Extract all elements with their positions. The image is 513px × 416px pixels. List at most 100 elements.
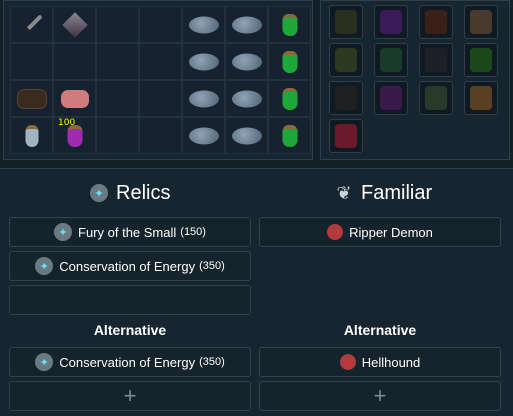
weapon-icon: [470, 10, 492, 34]
shark-icon: [188, 127, 219, 144]
potion-green-icon: [282, 50, 297, 73]
equipment-slot[interactable]: [374, 43, 408, 77]
equipment-slot[interactable]: [419, 5, 453, 39]
equipment-grid: [329, 5, 509, 157]
inventory-slot[interactable]: [53, 43, 96, 80]
crystal-icon: [61, 11, 88, 38]
inventory-grid: 100: [10, 6, 311, 154]
potion-green-icon: [282, 87, 297, 110]
legs-icon: [425, 48, 447, 72]
inventory-slot[interactable]: [268, 6, 311, 43]
familiar-alternative-slot[interactable]: Hellhound: [259, 347, 501, 377]
equipment-slot[interactable]: [464, 43, 498, 77]
relic-slot-2[interactable]: ✦ Conservation of Energy (350): [9, 251, 251, 281]
inventory-slot[interactable]: [10, 117, 53, 154]
inventory-slot[interactable]: [10, 43, 53, 80]
relic-icon: ✦: [54, 223, 73, 241]
inventory-slot[interactable]: [96, 80, 139, 117]
ripper-demon-icon: [327, 224, 344, 240]
equipment-slot[interactable]: [464, 81, 498, 115]
inventory-slot[interactable]: 100: [53, 117, 96, 154]
sword-icon: [20, 13, 43, 36]
inventory-panel: 100: [3, 0, 313, 160]
familiar-add-button[interactable]: +: [259, 381, 501, 411]
shark-icon: [231, 16, 262, 33]
arrow-icon: [380, 48, 402, 72]
pink-item-icon: [60, 89, 89, 108]
inventory-slot[interactable]: [182, 6, 225, 43]
familiar-slot[interactable]: Ripper Demon: [259, 217, 501, 247]
equipment-slot[interactable]: [329, 5, 363, 39]
equipment-slot[interactable]: [374, 5, 408, 39]
familiar-title: Familiar: [361, 181, 433, 204]
shark-icon: [188, 53, 219, 70]
relics-alternative-label: Alternative: [93, 322, 167, 338]
quiver-icon: [380, 86, 402, 110]
equipment-slot[interactable]: [374, 81, 408, 115]
relics-icon: ✦: [90, 184, 108, 202]
potion-green-icon: [282, 13, 297, 36]
familiar-name: Ripper Demon: [349, 224, 433, 240]
potion-clear-icon: [25, 124, 38, 147]
inventory-slot[interactable]: [182, 43, 225, 80]
inventory-slot[interactable]: [96, 43, 139, 80]
relic-slot-1[interactable]: ✦ Fury of the Small (150): [9, 217, 251, 247]
ring-icon: [425, 86, 447, 110]
inventory-slot[interactable]: [10, 80, 53, 117]
relic-name: Conservation of Energy: [59, 354, 196, 370]
relic-points: (350): [199, 356, 225, 368]
potion-green-icon: [282, 124, 297, 147]
inventory-slot[interactable]: [268, 117, 311, 154]
inventory-slot[interactable]: [225, 6, 268, 43]
equipment-slot[interactable]: [419, 43, 453, 77]
shark-icon: [188, 16, 219, 33]
helmet-icon: [335, 10, 357, 34]
pouch-icon: [16, 88, 47, 109]
inventory-slot[interactable]: [139, 80, 182, 117]
shark-icon: [231, 90, 262, 107]
equipment-slot[interactable]: [419, 81, 453, 115]
relic-alternative-slot[interactable]: ✦ Conservation of Energy (350): [9, 347, 251, 377]
relic-icon: ✦: [35, 257, 54, 275]
inventory-slot[interactable]: [268, 43, 311, 80]
body-icon: [335, 48, 357, 72]
relic-icon: ✦: [35, 353, 54, 371]
plus-icon: +: [373, 383, 387, 408]
boots-icon: [335, 86, 357, 110]
shark-icon: [188, 90, 219, 107]
inventory-slot[interactable]: [96, 6, 139, 43]
inventory-slot[interactable]: [53, 6, 96, 43]
inventory-slot[interactable]: [139, 117, 182, 154]
relics-title: Relics: [116, 181, 171, 204]
inventory-slot[interactable]: [139, 43, 182, 80]
relic-add-button[interactable]: +: [9, 381, 251, 411]
equipment-panel: [320, 0, 510, 160]
inventory-slot[interactable]: [139, 6, 182, 43]
equipment-slot[interactable]: [329, 81, 363, 115]
shark-icon: [231, 127, 262, 144]
gloves-icon: [470, 48, 492, 72]
inventory-slot[interactable]: [225, 80, 268, 117]
familiar-header: ❦ Familiar: [335, 180, 432, 206]
equipment-slot[interactable]: [329, 43, 363, 77]
inventory-slot[interactable]: [225, 43, 268, 80]
amulet-icon: [425, 10, 447, 34]
inventory-slot[interactable]: [268, 80, 311, 117]
inventory-slot[interactable]: [182, 117, 225, 154]
equipment-slot[interactable]: [329, 119, 363, 153]
plus-icon: +: [123, 383, 137, 408]
inventory-slot[interactable]: [10, 6, 53, 43]
item-quantity: 100: [58, 118, 76, 128]
inventory-slot[interactable]: [225, 117, 268, 154]
familiar-name: Hellhound: [361, 354, 421, 370]
inventory-slot[interactable]: [96, 117, 139, 154]
cape-icon: [380, 10, 402, 34]
familiar-alternative-label: Alternative: [343, 322, 417, 338]
relics-header: ✦ Relics: [90, 180, 170, 206]
relic-slot-3-empty[interactable]: [9, 285, 251, 315]
relic-points: (350): [199, 260, 225, 272]
relic-points: (150): [180, 226, 206, 238]
equipment-slot[interactable]: [464, 5, 498, 39]
inventory-slot[interactable]: [53, 80, 96, 117]
inventory-slot[interactable]: [182, 80, 225, 117]
